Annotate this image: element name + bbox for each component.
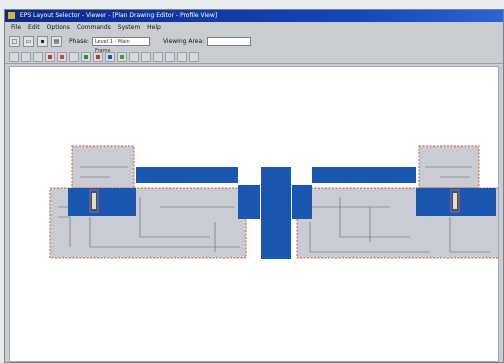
save-icon[interactable]: ▪: [37, 35, 48, 47]
right-blue-beam: [312, 167, 416, 183]
zoom-tool-icon[interactable]: [33, 51, 43, 62]
drawing-toolbar: [5, 50, 503, 64]
phase-select[interactable]: Level 1 - Main Frame: [91, 36, 150, 54]
menu-file[interactable]: File: [11, 22, 21, 33]
app-icon: [8, 12, 15, 19]
floor-plan-drawing: [49, 145, 498, 259]
menu-system[interactable]: System: [118, 22, 140, 33]
pan-tool-icon[interactable]: [21, 51, 31, 62]
left-blue-bay: [68, 188, 136, 216]
app-window: EPS Layout Selector - Viewer - [Plan Dra…: [4, 9, 504, 363]
open-folder-icon[interactable]: ▭: [23, 35, 34, 47]
menu-help[interactable]: Help: [147, 22, 161, 33]
new-file-icon[interactable]: □: [9, 35, 20, 47]
window-title: EPS Layout Selector - Viewer - [Plan Dra…: [19, 12, 218, 19]
undo-icon[interactable]: [165, 51, 175, 62]
red-block-icon[interactable]: [57, 51, 67, 62]
green-block-icon[interactable]: [81, 51, 91, 62]
viewing-area-label: Viewing Area:: [162, 37, 205, 45]
menu-commands[interactable]: Commands: [77, 22, 111, 33]
phase-label: Phase:: [69, 37, 89, 45]
red-marker-icon[interactable]: [45, 51, 55, 62]
drawing-canvas[interactable]: [9, 66, 499, 362]
left-blue-beam: [136, 167, 238, 183]
center-blue-column: [261, 167, 291, 259]
main-toolbar: □ ▭ ▪ ▤ Phase: Level 1 - Main Frame View…: [5, 33, 503, 54]
title-bar: EPS Layout Selector - Viewer - [Plan Dra…: [5, 10, 503, 22]
redo-icon[interactable]: [177, 51, 187, 62]
measure-icon[interactable]: [141, 51, 151, 62]
viewing-area-field[interactable]: [207, 36, 252, 46]
print-icon[interactable]: ▤: [51, 35, 62, 47]
select-tool-icon[interactable]: [9, 51, 19, 62]
green-marker-icon[interactable]: [117, 51, 127, 62]
red-square-icon[interactable]: [93, 51, 103, 62]
menu-options[interactable]: Options: [47, 22, 70, 33]
grid-icon[interactable]: [129, 51, 139, 62]
layer-icon[interactable]: [69, 51, 79, 62]
right-center-blue: [292, 185, 312, 219]
menu-edit[interactable]: Edit: [28, 22, 40, 33]
left-center-blue: [238, 185, 260, 219]
menu-bar: File Edit Options Commands System Help: [5, 22, 503, 33]
properties-icon[interactable]: [153, 51, 163, 62]
options-icon[interactable]: [189, 51, 199, 62]
blue-block-icon[interactable]: [105, 51, 115, 62]
